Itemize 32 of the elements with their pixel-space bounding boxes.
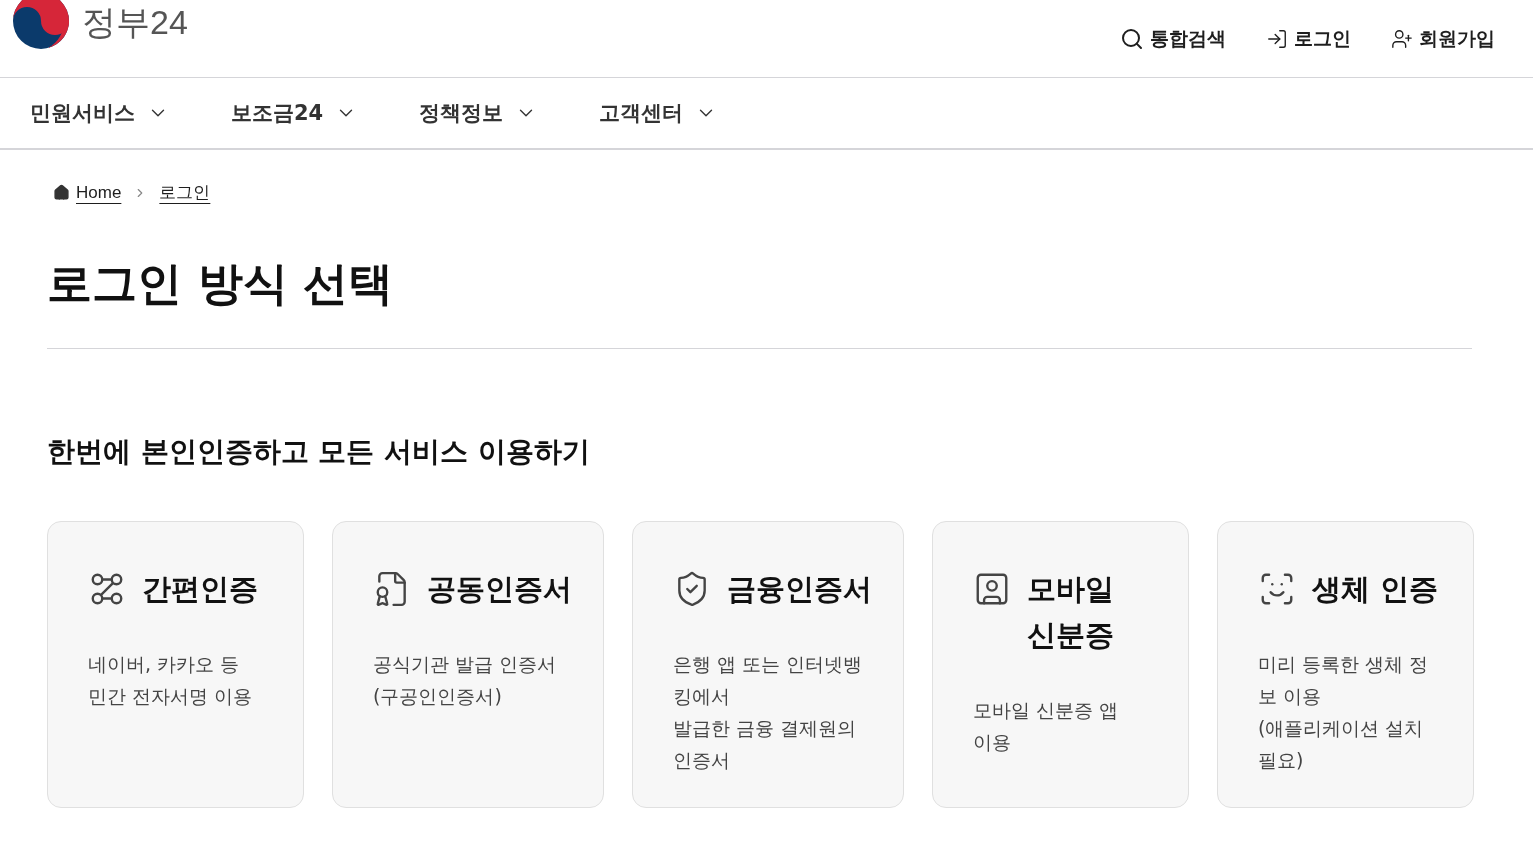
method-description: 미리 등록한 생체 정 보 이용 (애플리케이션 설치 필요) [1258, 652, 1430, 773]
logo-icon [12, 0, 70, 50]
method-title: 모바일 신분증 [1027, 571, 1115, 654]
user-plus-icon [1391, 28, 1413, 50]
method-description: 공식기관 발급 인증서 (구공인인증서) [373, 652, 558, 709]
login-icon [1266, 28, 1288, 50]
nav-menu-item[interactable]: 정책정보 [419, 99, 538, 127]
nav-menu-item[interactable]: 민원서비스 [30, 99, 169, 127]
breadcrumb-link[interactable]: 로그인 [159, 181, 211, 204]
login-method-card[interactable]: 생체 인증 미리 등록한 생체 정 보 이용 (애플리케이션 설치 필요) [1217, 521, 1474, 808]
search-link[interactable]: 통합검색 [1120, 26, 1226, 52]
section-heading: 한번에 본인인증하고 모든 서비스 이용하기 [47, 434, 591, 470]
method-title: 간편인증 [142, 571, 258, 608]
breadcrumb-link[interactable]: Home [76, 182, 122, 203]
method-title: 공동인증서 [427, 571, 572, 608]
logo-text[interactable]: 정부24 [82, 0, 188, 46]
page-title: 로그인 방식 선택 [47, 254, 1472, 349]
login-method-card[interactable]: 모바일 신분증 모바일 신분증 앱 이용 [932, 521, 1189, 808]
login-link[interactable]: 로그인 [1266, 26, 1351, 52]
nav-menu-item[interactable]: 고객센터 [599, 99, 718, 127]
signup-link[interactable]: 회원가입 [1391, 26, 1495, 52]
method-description: 모바일 신분증 앱 이용 [973, 698, 1120, 755]
login-method-card[interactable]: 간편인증 네이버, 카카오 등 민간 전자서명 이용 [47, 521, 304, 808]
method-title: 생체 인증 [1312, 571, 1439, 608]
method-description: 네이버, 카카오 등 민간 전자서명 이용 [88, 652, 254, 709]
method-title: 금융인증서 [727, 571, 872, 608]
login-method-card[interactable]: 공동인증서 공식기관 발급 인증서 (구공인인증서) [332, 521, 604, 808]
method-description: 은행 앱 또는 인터넷뱅 킹에서 발급한 금융 결제원의 인증서 [673, 652, 864, 773]
search-icon [1120, 27, 1144, 51]
login-method-card[interactable]: 금융인증서 은행 앱 또는 인터넷뱅 킹에서 발급한 금융 결제원의 인증서 [632, 521, 904, 808]
home-icon [53, 184, 70, 201]
nav-menu-item[interactable]: 보조금24 [231, 99, 358, 127]
